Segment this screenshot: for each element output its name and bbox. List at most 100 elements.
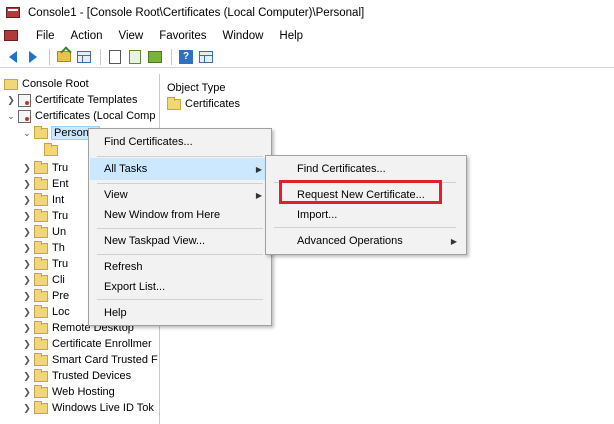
chevron-right-icon[interactable]: ❯ [22,288,32,304]
tree-item-store[interactable]: ❯ Cli [22,272,65,288]
submenu-item-import[interactable]: Import... [267,204,465,226]
folder-icon [167,96,181,110]
chevron-right-icon[interactable]: ❯ [22,400,32,416]
tree-item-store[interactable]: ❯ Ent [22,176,69,192]
tree-item-store[interactable]: ❯ Int [22,192,64,208]
folder-icon [34,160,48,174]
menu-item-new-taskpad[interactable]: New Taskpad View... [90,230,270,252]
certificate-icon [18,93,31,107]
mmc-window: Console1 - [Console Root\Certificates (L… [0,0,614,424]
menu-item-new-window[interactable]: New Window from Here [90,204,270,226]
chevron-down-icon[interactable]: ⌄ [6,108,16,124]
chevron-right-icon[interactable]: ❯ [22,336,32,352]
back-button[interactable] [4,48,22,66]
menu-item-find-certificates[interactable]: Find Certificates... [90,131,270,153]
tree-item-certificate-enrollment[interactable]: ❯ Certificate Enrollmer [22,336,152,352]
tree-item-web-hosting[interactable]: ❯ Web Hosting [22,384,115,400]
show-hide-tree-button[interactable] [75,48,93,66]
tree-item-store[interactable]: ❯ Th [22,240,65,256]
menu-item-refresh[interactable]: Refresh [90,256,270,278]
help-icon: ? [179,49,193,64]
folder-icon [44,142,58,156]
tree-item-store[interactable]: ❯ Tru [22,208,68,224]
forward-button[interactable] [24,48,42,66]
tree-item-store[interactable]: ❯ Tru [22,256,68,272]
menu-item-all-tasks[interactable]: All Tasks ▶ [90,158,270,180]
menu-window[interactable]: Window [215,30,272,42]
all-tasks-submenu: Find Certificates... Request New Certifi… [265,155,467,255]
column-header-object-type[interactable]: Object Type [167,82,226,94]
chevron-right-icon[interactable]: ❯ [22,176,32,192]
menu-separator [274,227,456,228]
tree-item-trusted-devices[interactable]: ❯ Trusted Devices [22,368,131,384]
toolbar: ? [0,46,614,68]
list-item-certificates[interactable]: Certificates [167,96,241,110]
tree-item-smart-card-trusted[interactable]: ❯ Smart Card Trusted F [22,352,158,368]
menu-help[interactable]: Help [271,30,311,42]
chevron-right-icon[interactable]: ❯ [22,304,32,320]
toolbar-separator [171,48,172,65]
menu-item-export-list[interactable]: Export List... [90,276,270,298]
tree-item-certificates-local[interactable]: ⌄ Certificates (Local Comp [6,108,155,124]
chevron-right-icon[interactable]: ❯ [22,256,32,272]
forward-arrow-icon [29,50,37,63]
folder-icon [34,125,48,139]
menu-separator [97,299,263,300]
chevron-right-icon[interactable]: ❯ [22,160,32,176]
menu-favorites[interactable]: Favorites [151,30,214,42]
submenu-item-advanced-operations[interactable]: Advanced Operations ▶ [267,230,465,252]
copy-button[interactable] [106,48,124,66]
menu-item-view[interactable]: View ▶ [90,184,270,206]
menu-item-help[interactable]: Help [90,302,270,324]
context-menu: Find Certificates... All Tasks ▶ View ▶ … [88,128,272,326]
tree-item-store[interactable]: ❯ Pre [22,288,69,304]
certificate-icon [18,109,31,123]
tree-item-windows-live-id[interactable]: ❯ Windows Live ID Tok [22,400,154,416]
submenu-item-find-certificates[interactable]: Find Certificates... [267,158,465,180]
list-item-label: Certificates [185,98,241,110]
window-title: Console1 - [Console Root\Certificates (L… [28,7,365,19]
chevron-down-icon[interactable]: ⌄ [22,125,32,141]
toolbar-separator [49,48,50,65]
chevron-right-icon[interactable]: ❯ [22,320,32,336]
export-list-button[interactable] [146,48,164,66]
chevron-right-icon[interactable]: ❯ [6,92,16,108]
folder-icon [34,224,48,238]
tree-item-console-root[interactable]: Console Root [4,76,89,92]
properties-button[interactable] [126,48,144,66]
tree-item-store[interactable]: ❯ Tru [22,160,68,176]
submenu-arrow-icon: ▶ [255,164,262,174]
folder-icon [34,240,48,254]
tree-item-store[interactable]: ❯ Loc [22,304,70,320]
folder-icon [34,208,48,222]
back-arrow-icon [9,50,17,63]
chevron-right-icon[interactable]: ❯ [22,240,32,256]
folder-icon [4,78,18,90]
chevron-right-icon[interactable]: ❯ [22,368,32,384]
system-menu-icon[interactable] [4,29,20,43]
submenu-arrow-icon: ▶ [450,236,457,246]
help-button[interactable]: ? [177,48,195,66]
menu-separator [97,254,263,255]
title-bar: Console1 - [Console Root\Certificates (L… [0,0,614,26]
chevron-right-icon[interactable]: ❯ [22,208,32,224]
folder-icon [34,384,48,398]
menu-view[interactable]: View [111,30,152,42]
menu-file[interactable]: File [28,30,63,42]
folder-icon [34,256,48,270]
tree-item-store[interactable]: ❯ Un [22,224,66,240]
annotation-highlight-box [279,180,442,204]
menu-separator [97,156,263,157]
chevron-right-icon[interactable]: ❯ [22,352,32,368]
folder-icon [34,192,48,206]
chevron-right-icon[interactable]: ❯ [22,384,32,400]
action-pane-button[interactable] [197,48,215,66]
up-one-level-button[interactable] [55,48,73,66]
tree-item-certificate-templates[interactable]: ❯ Certificate Templates [6,92,138,108]
menu-action[interactable]: Action [63,30,111,42]
chevron-right-icon[interactable]: ❯ [22,192,32,208]
chevron-right-icon[interactable]: ❯ [22,272,32,288]
submenu-arrow-icon: ▶ [255,190,262,200]
chevron-right-icon[interactable]: ❯ [22,224,32,240]
tree-item-certificates[interactable] [44,142,62,158]
